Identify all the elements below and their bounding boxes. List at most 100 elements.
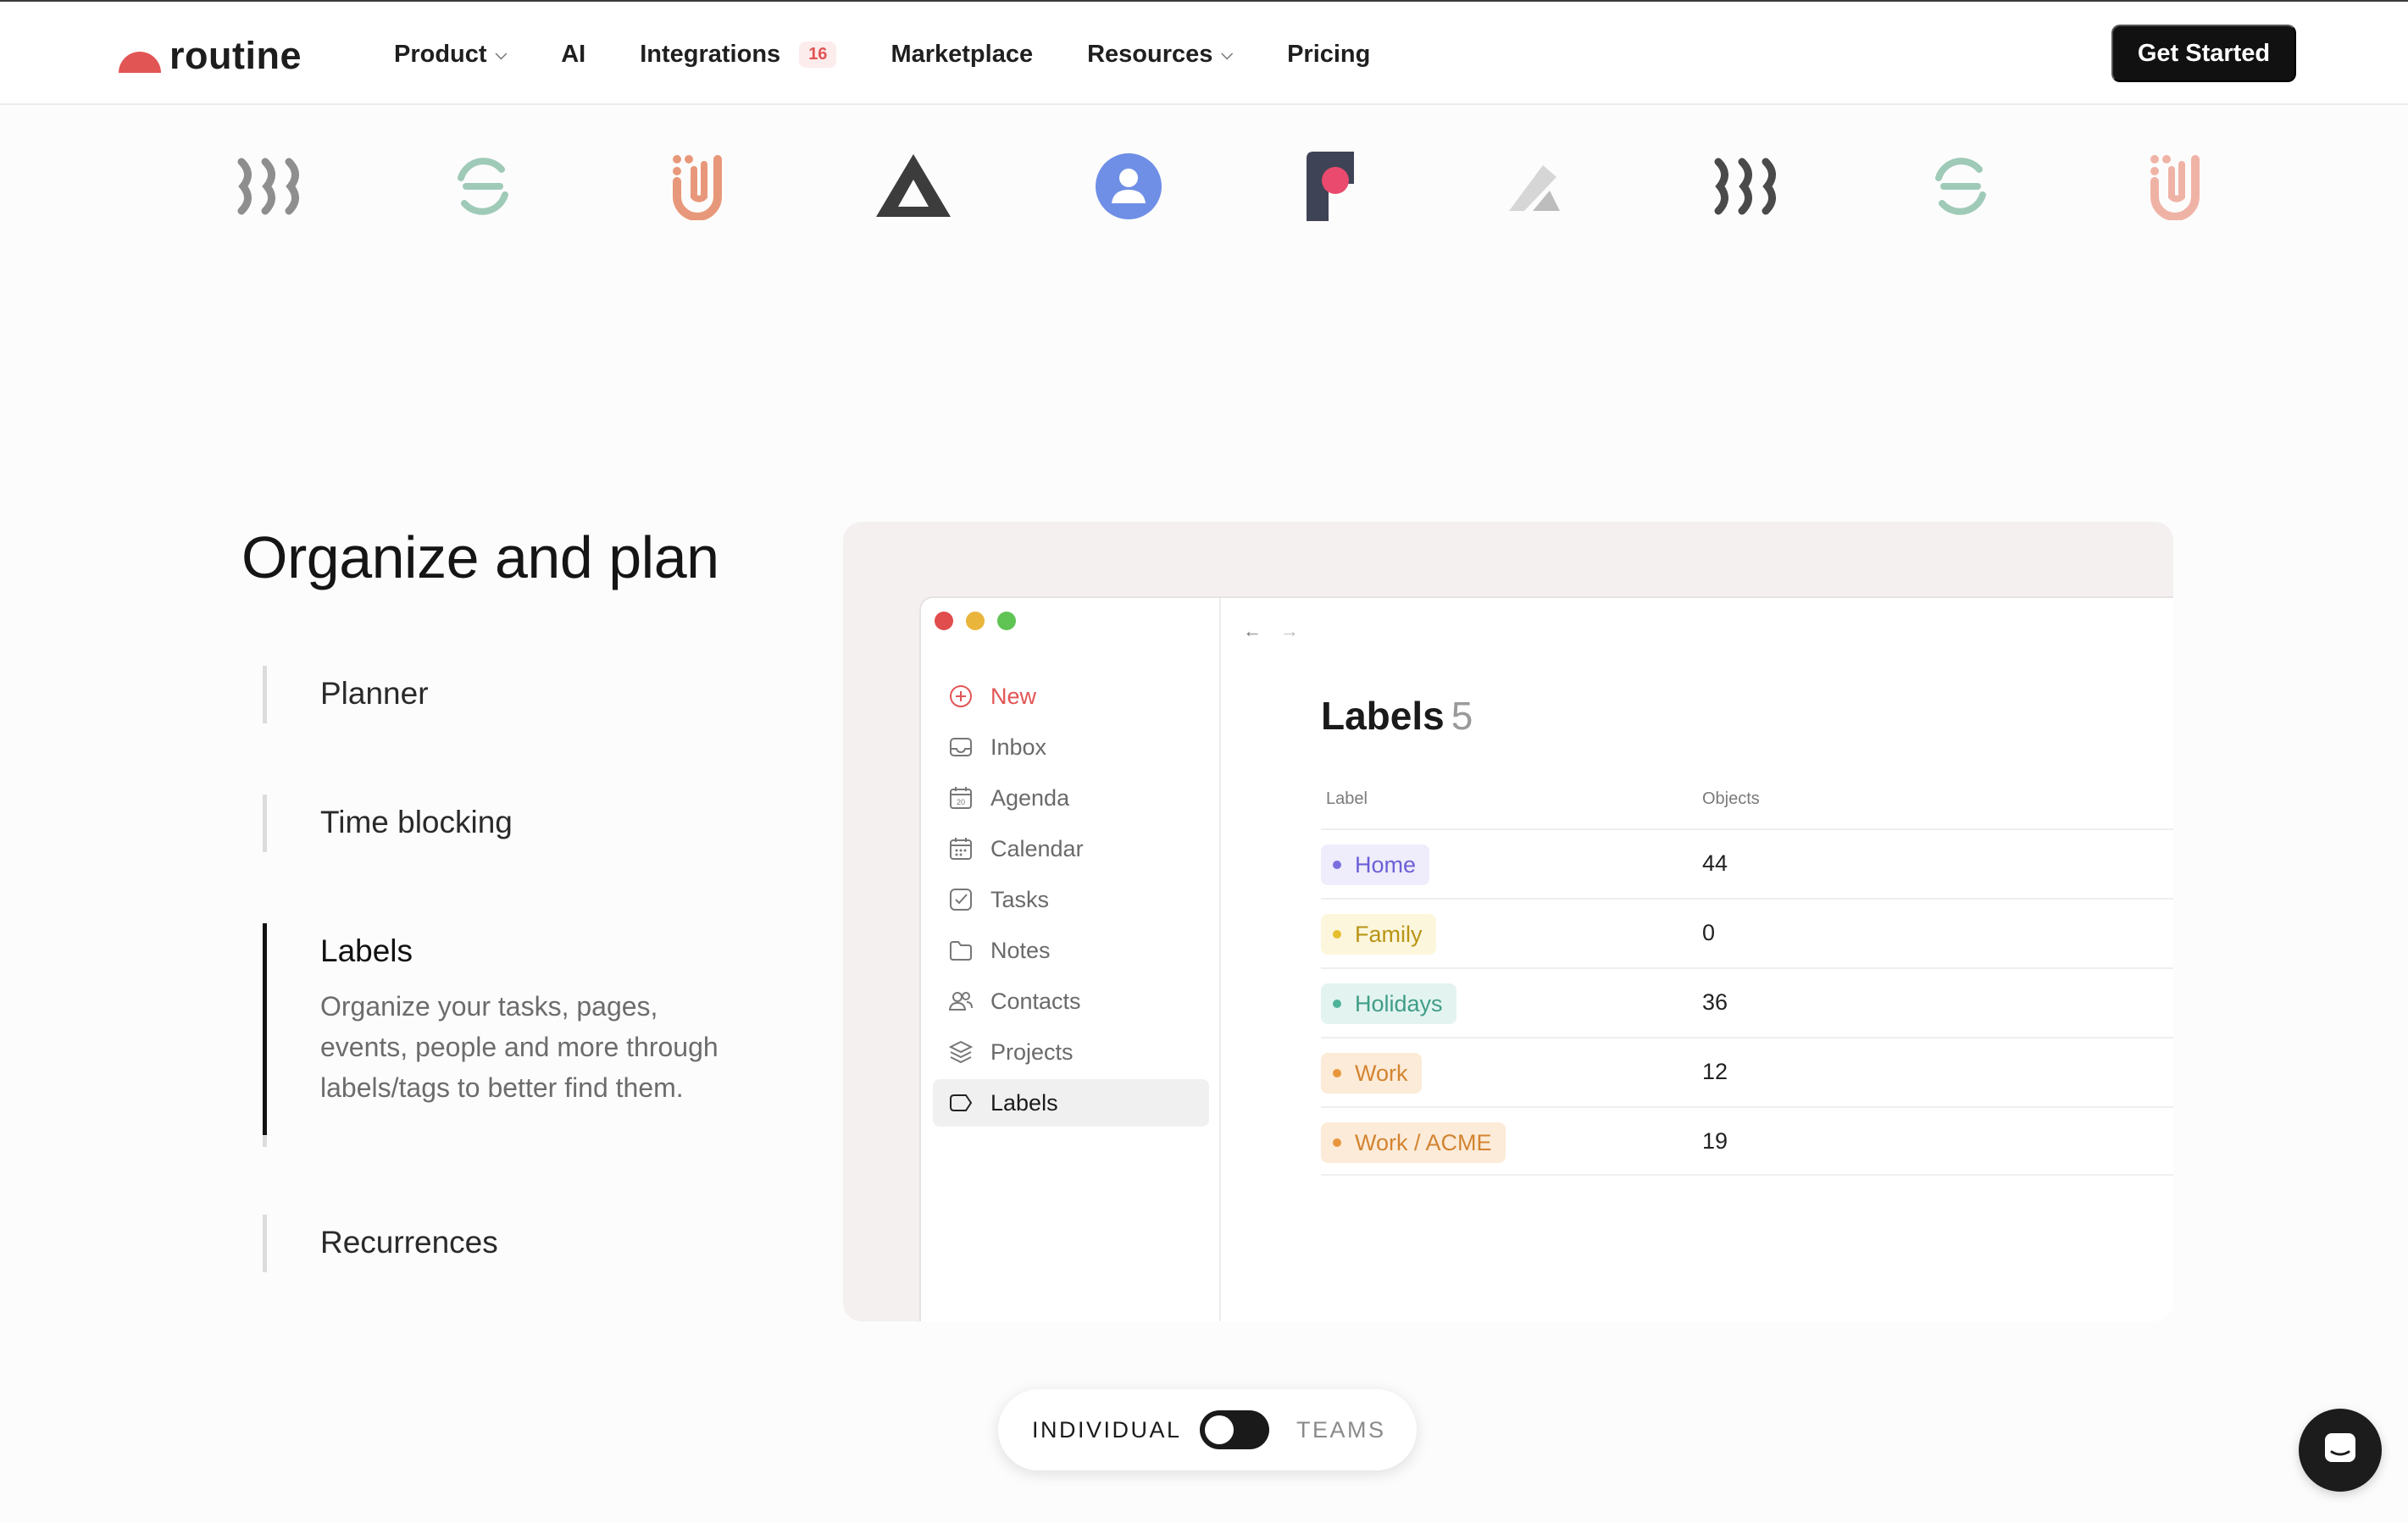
- feature-planner[interactable]: Planner: [263, 666, 737, 723]
- label-pill[interactable]: Work: [1321, 1053, 1422, 1094]
- u-logo-icon: [655, 144, 740, 229]
- table-row[interactable]: Work 12: [1321, 1037, 2173, 1106]
- feature-time-blocking[interactable]: Time blocking: [263, 795, 737, 852]
- feature-indicator-bar-active: [263, 923, 267, 1135]
- nav-links: Product ⌵ AI Integrations 16 Marketplace…: [394, 36, 1424, 73]
- object-count: 0: [1702, 920, 1716, 945]
- person-circle-logo-icon: [1086, 144, 1171, 229]
- agenda-icon: 20: [948, 785, 974, 811]
- nav-link-product[interactable]: Product ⌵: [394, 36, 507, 73]
- label-name: Work: [1355, 1060, 1408, 1086]
- routine-logo[interactable]: routine: [119, 34, 302, 78]
- sidebar-item-labels[interactable]: Labels: [933, 1079, 1209, 1127]
- integrations-count-badge: 16: [799, 41, 837, 68]
- label-name: Work / ACME: [1355, 1129, 1492, 1155]
- triangle-logo-icon: [871, 144, 956, 229]
- nav-link-label: Product: [394, 40, 487, 68]
- minimize-window-dot[interactable]: [966, 612, 985, 630]
- sidebar-item-label: Projects: [990, 1038, 1074, 1065]
- sidebar-item-notes[interactable]: Notes: [933, 927, 1209, 974]
- chevron-down-icon: ⌵: [495, 45, 508, 63]
- nav-link-ai[interactable]: AI: [561, 36, 585, 73]
- nav-link-marketplace[interactable]: Marketplace: [891, 36, 1033, 73]
- label-pill[interactable]: Home: [1321, 845, 1430, 885]
- nav-link-resources[interactable]: Resources ⌵: [1087, 36, 1233, 73]
- nav-link-integrations[interactable]: Integrations 16: [640, 36, 837, 73]
- label-pill[interactable]: Holidays: [1321, 983, 1456, 1024]
- label-name: Family: [1355, 921, 1423, 947]
- table-row[interactable]: Home 44: [1321, 828, 2173, 898]
- sidebar-item-label: Labels: [990, 1089, 1058, 1116]
- sidebar-item-label: Calendar: [990, 835, 1084, 861]
- feature-title: Labels: [320, 933, 413, 968]
- plan-switch[interactable]: [1200, 1410, 1269, 1449]
- plan-toggle: INDIVIDUAL TEAMS: [998, 1389, 1417, 1470]
- toggle-label-individual[interactable]: INDIVIDUAL: [1032, 1417, 1182, 1443]
- agenda-icon-day: 20: [957, 798, 965, 806]
- toggle-label-teams[interactable]: TEAMS: [1296, 1417, 1386, 1443]
- label-color-dot: [1333, 930, 1341, 939]
- object-count: 12: [1702, 1059, 1728, 1084]
- feature-recurrences[interactable]: Recurrences: [263, 1215, 737, 1272]
- label-name: Home: [1355, 851, 1417, 878]
- logo-dome-icon: [119, 51, 161, 73]
- nav-link-label: AI: [561, 40, 586, 68]
- sidebar-item-calendar[interactable]: Calendar: [933, 825, 1209, 872]
- stripes-logo-icon: [229, 144, 313, 229]
- feature-indicator-bar: [263, 795, 267, 852]
- table-row[interactable]: Work / ACME 19: [1321, 1106, 2173, 1176]
- feature-description: Organize your tasks, pages, events, peop…: [320, 991, 719, 1103]
- close-window-dot[interactable]: [935, 612, 953, 630]
- feature-title: Recurrences: [320, 1225, 498, 1260]
- table-row[interactable]: Family 0: [1321, 898, 2173, 967]
- sidebar-item-contacts[interactable]: Contacts: [933, 977, 1209, 1025]
- u-logo-icon: [2133, 144, 2217, 229]
- app-mockup-frame: New Inbox 20 Agenda Calendar Tasks Notes: [843, 522, 2173, 1321]
- sidebar-item-label: Contacts: [990, 988, 1081, 1014]
- label-pill[interactable]: Family: [1321, 914, 1436, 955]
- object-count: 36: [1702, 989, 1728, 1015]
- nav-link-label: Integrations: [640, 40, 781, 68]
- page-title-text: Labels: [1321, 694, 1445, 738]
- chevron-down-icon: ⌵: [1221, 45, 1234, 63]
- feature-indicator-bar: [263, 1215, 267, 1272]
- s-logo-icon: [441, 144, 525, 229]
- label-pill[interactable]: Work / ACME: [1321, 1122, 1506, 1163]
- app-sidebar: New Inbox 20 Agenda Calendar Tasks Notes: [921, 598, 1221, 1321]
- chat-launcher-button[interactable]: [2299, 1409, 2382, 1492]
- checkbox-icon: [948, 887, 974, 912]
- back-arrow-icon[interactable]: ←: [1243, 620, 1262, 642]
- contacts-icon: [948, 989, 974, 1014]
- forward-arrow-icon[interactable]: →: [1280, 620, 1299, 642]
- nav-link-label: Resources: [1087, 40, 1213, 68]
- nav-link-label: Pricing: [1287, 40, 1371, 68]
- plus-circle-icon: [948, 684, 974, 709]
- feature-title: Planner: [320, 676, 429, 711]
- column-header-label[interactable]: Label: [1326, 789, 1368, 809]
- calendar-icon: [948, 836, 974, 861]
- switch-knob: [1205, 1415, 1234, 1444]
- maximize-window-dot[interactable]: [997, 612, 1016, 630]
- sidebar-item-label: New: [990, 683, 1037, 709]
- feature-labels[interactable]: Labels Organize your tasks, pages, event…: [263, 923, 737, 1147]
- chat-icon: [2322, 1430, 2359, 1471]
- table-row[interactable]: Holidays 36: [1321, 967, 2173, 1037]
- folder-icon: [948, 938, 974, 963]
- logo-text: routine: [169, 34, 302, 77]
- top-nav: routine Product ⌵ AI Integrations 16 Mar…: [0, 0, 2408, 105]
- sidebar-item-label: Notes: [990, 937, 1051, 963]
- app-window: New Inbox 20 Agenda Calendar Tasks Notes: [919, 596, 2173, 1321]
- sidebar-item-inbox[interactable]: Inbox: [933, 723, 1209, 771]
- sidebar-item-agenda[interactable]: 20 Agenda: [933, 774, 1209, 822]
- sidebar-item-projects[interactable]: Projects: [933, 1028, 1209, 1076]
- sidebar-item-new[interactable]: New: [933, 673, 1209, 720]
- sidebar-item-label: Agenda: [990, 784, 1070, 811]
- get-started-button[interactable]: Get Started: [2111, 25, 2296, 82]
- f-logo-icon: [1288, 144, 1373, 229]
- feature-title: Time blocking: [320, 805, 513, 839]
- column-header-objects[interactable]: Objects: [1702, 789, 1760, 809]
- brand-logo-strip: [0, 144, 2408, 229]
- nav-link-pricing[interactable]: Pricing: [1287, 36, 1370, 73]
- nav-link-label: Marketplace: [891, 40, 1034, 68]
- sidebar-item-tasks[interactable]: Tasks: [933, 876, 1209, 923]
